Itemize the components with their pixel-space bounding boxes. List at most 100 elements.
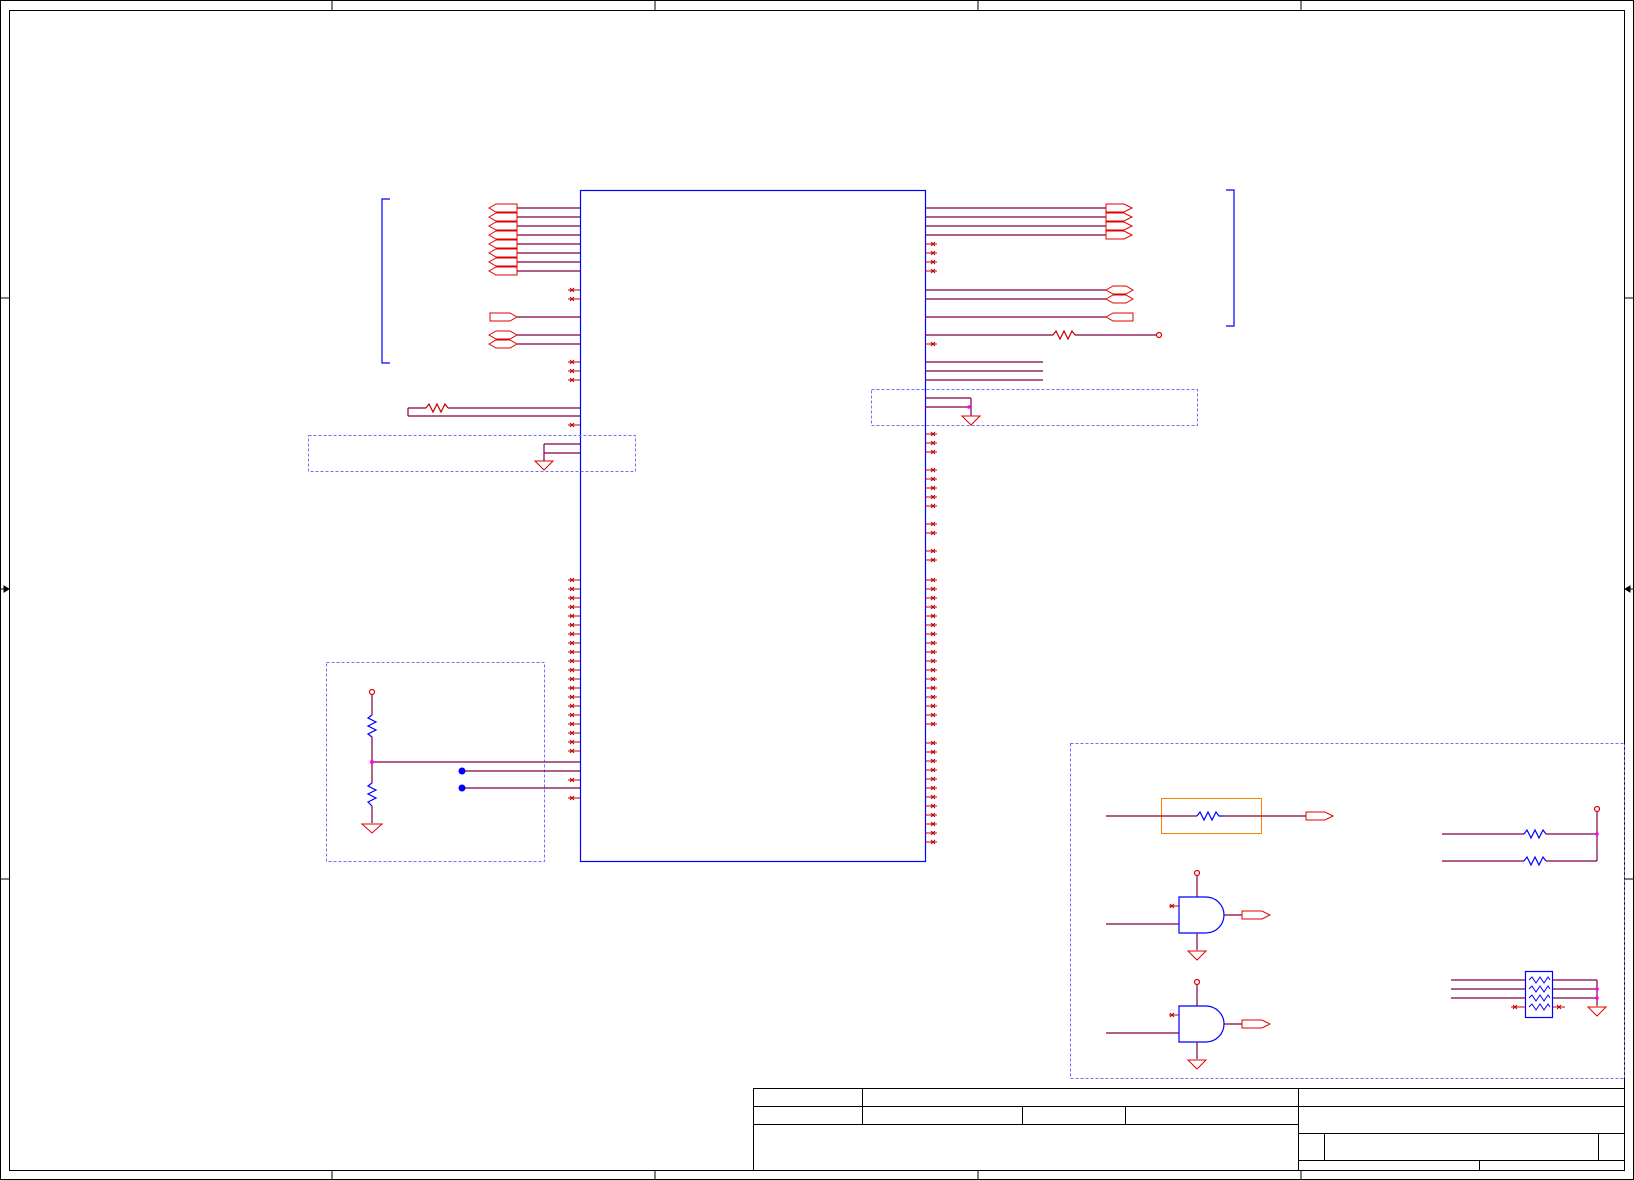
net-dot[interactable]	[458, 767, 466, 775]
nc-pin	[925, 449, 937, 455]
nc-pin	[568, 694, 580, 700]
nc-pin	[568, 721, 580, 727]
right-net-ports[interactable]	[1104, 203, 1135, 322]
right-open-nets	[925, 361, 1043, 381]
junction-dot	[1595, 987, 1599, 991]
nc-pin	[925, 595, 937, 601]
nc-pin	[568, 649, 580, 655]
nc-pin	[925, 640, 937, 646]
nc-pin	[925, 622, 937, 628]
nc-pin	[925, 794, 937, 800]
nc-pin	[925, 503, 937, 509]
left-nc-pins	[568, 287, 580, 428]
nc-pin	[568, 577, 580, 583]
right-nc-pins-top	[925, 241, 937, 347]
nc-pin	[568, 712, 580, 718]
nc-pin	[568, 730, 580, 736]
nc-pin	[568, 586, 580, 592]
nc-pin	[925, 658, 937, 664]
nc-pin	[925, 812, 937, 818]
nc-pin	[925, 667, 937, 673]
nc-pin	[568, 640, 580, 646]
nc-pin	[568, 622, 580, 628]
nc-pin	[925, 521, 937, 527]
nc-pin	[925, 821, 937, 827]
nc-pin	[925, 613, 937, 619]
junction-dot	[1595, 996, 1599, 1000]
nc-pin	[568, 604, 580, 610]
title-block	[753, 1088, 1625, 1171]
nc-pin	[925, 604, 937, 610]
nc-pin	[568, 595, 580, 601]
nc-pin	[925, 721, 937, 727]
nc-pin	[925, 830, 937, 836]
sheet-frame	[0, 0, 1634, 1180]
voltage-divider[interactable]	[366, 688, 580, 824]
series-resistor[interactable]	[1106, 810, 1306, 822]
nc-pin	[925, 586, 937, 592]
junction-dot	[1595, 832, 1599, 836]
right-pullup-resistor[interactable]	[925, 329, 1163, 341]
nc-pin	[925, 685, 937, 691]
right-bus-nets	[925, 207, 1106, 318]
frame-zone-ticks	[0, 0, 1634, 1180]
nc-pin	[925, 712, 937, 718]
nc-pin	[925, 767, 937, 773]
nc-pin	[568, 703, 580, 709]
and-gate-upper[interactable]	[1106, 869, 1242, 951]
left-bus-bracket	[381, 198, 390, 364]
main-ic-body[interactable]	[579, 189, 927, 863]
left-net-ports[interactable]	[487, 203, 519, 349]
net-dot[interactable]	[458, 784, 466, 792]
nc-pin	[925, 548, 937, 554]
ground-symbol	[533, 460, 555, 471]
nc-pin	[568, 748, 580, 754]
nc-pin	[925, 557, 937, 563]
ground-symbol	[960, 415, 982, 426]
nc-pin	[925, 476, 937, 482]
left-ground-net	[543, 443, 580, 461]
nc-pin	[925, 740, 937, 746]
right-bus-bracket	[1226, 189, 1235, 327]
nc-pin	[925, 530, 937, 536]
net-port[interactable]	[1305, 811, 1335, 821]
left-pullup-resistor[interactable]	[407, 402, 580, 417]
nc-pin	[568, 613, 580, 619]
ground-symbol	[360, 823, 384, 834]
ground-symbol	[1586, 1006, 1608, 1017]
nc-pin	[925, 803, 937, 809]
nc-pin	[925, 703, 937, 709]
bottom-right-group	[1070, 743, 1625, 1079]
nc-pin	[925, 676, 937, 682]
nc-pin	[925, 494, 937, 500]
nc-pin	[925, 431, 937, 437]
resistor-network[interactable]	[1451, 970, 1598, 1019]
right-lower-nc-pins	[925, 431, 937, 845]
nc-pin	[925, 577, 937, 583]
schematic-sheet	[0, 0, 1634, 1180]
nc-pin	[568, 667, 580, 673]
nc-pin	[568, 631, 580, 637]
nc-pin	[925, 631, 937, 637]
net-port[interactable]	[1241, 1019, 1272, 1029]
frame-center-arrows	[0, 585, 1634, 593]
nc-pin	[568, 676, 580, 682]
pullup-resistor-pair[interactable]	[1442, 805, 1601, 867]
nc-pin	[925, 440, 937, 446]
net-port[interactable]	[1241, 910, 1272, 920]
nc-pin	[568, 658, 580, 664]
junction-dot	[370, 760, 374, 764]
nc-pin	[568, 795, 580, 801]
left-lower-nc-pins	[568, 577, 580, 801]
nc-pin	[925, 785, 937, 791]
and-gate-lower[interactable]	[1106, 978, 1242, 1060]
right-ground-group	[871, 389, 1198, 426]
ground-symbol	[1186, 950, 1208, 961]
divider-nets	[462, 770, 580, 789]
nc-pin	[568, 739, 580, 745]
nc-pin	[568, 685, 580, 691]
nc-pin	[925, 839, 937, 845]
nc-pin	[925, 776, 937, 782]
nc-pin	[925, 649, 937, 655]
nc-pin	[568, 777, 580, 783]
